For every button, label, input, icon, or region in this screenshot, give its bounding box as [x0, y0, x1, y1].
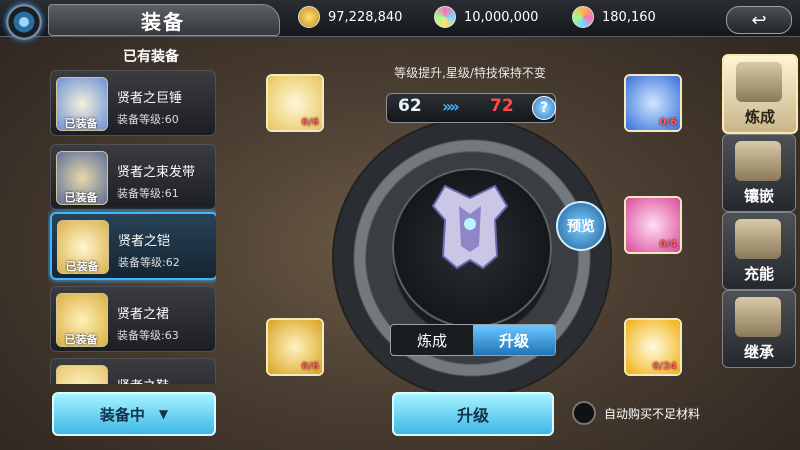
help-button[interactable]: ? — [532, 96, 556, 120]
equipment-level: 装备等级:62 — [118, 256, 180, 269]
side-tab-inherit[interactable]: 继承 — [722, 290, 796, 368]
armor-preview-icon — [431, 184, 509, 270]
equipment-level: 装备等级:60 — [117, 113, 179, 126]
equipping-filter-label: 装备中 — [99, 405, 145, 424]
material-slot-scroll[interactable]: 0/6 — [266, 74, 324, 132]
inlay-icon — [735, 141, 781, 181]
auto-buy-checkbox[interactable] — [572, 401, 596, 425]
preview-button[interactable]: 预览 — [556, 201, 606, 251]
equipped-badge: 已装备 — [64, 117, 98, 130]
currency-gem: 180,160 — [572, 6, 656, 28]
material-count: 0/6 — [301, 361, 319, 372]
equipped-badge: 已装备 — [65, 260, 99, 273]
equipped-badge: 已装备 — [64, 191, 98, 204]
material-slot-pink-crystal[interactable]: 0/4 — [624, 196, 682, 254]
rainbow-gem-icon — [572, 6, 594, 28]
inherit-icon — [735, 297, 781, 337]
equipment-item[interactable]: 已装备 贤者之裙 装备等级:63 — [50, 286, 216, 352]
side-tab-refine[interactable]: 炼成 — [722, 54, 798, 134]
currency-crystal: 10,000,000 — [434, 6, 538, 28]
equipment-name: 贤者之裙 — [117, 307, 170, 322]
equipment-item-selected[interactable]: 已装备 贤者之铠 装备等级:62 — [50, 212, 216, 280]
currency-gem-value: 180,160 — [602, 9, 656, 25]
equipped-badge: 已装备 — [64, 333, 98, 346]
equipment-level: 装备等级:63 — [117, 329, 179, 342]
side-tab-label: 充能 — [743, 265, 774, 283]
side-tab-label: 炼成 — [744, 108, 775, 126]
shoes-thumb-icon — [56, 365, 108, 384]
currency-gold-value: 97,228,840 — [328, 9, 403, 25]
side-tab-label: 继承 — [743, 343, 774, 361]
material-slot-golden-orb[interactable]: 0/24 — [624, 318, 682, 376]
back-button[interactable]: ↩ — [726, 6, 792, 34]
equipment-list[interactable]: 已装备 贤者之巨锤 装备等级:60 已装备 贤者之束发带 装备等级:61 已装备… — [48, 66, 216, 384]
return-arrow-icon: ↩ — [751, 9, 767, 31]
equipping-filter-button[interactable]: 装备中 ▼ — [52, 392, 216, 436]
crystal-icon — [434, 6, 456, 28]
hammer-icon — [736, 62, 782, 102]
equipment-item[interactable]: 已装备 贤者之束发带 装备等级:61 — [50, 144, 216, 210]
material-count: 0/6 — [659, 117, 677, 128]
equipment-name: 贤者之铠 — [118, 234, 171, 249]
level-arrows-icon: »» — [442, 97, 460, 116]
side-tab-charge[interactable]: 充能 — [722, 212, 796, 290]
material-slot-blue-crystal[interactable]: 0/6 — [624, 74, 682, 132]
material-count: 0/6 — [301, 117, 319, 128]
equipment-name: 贤者之巨锤 — [117, 91, 183, 106]
current-level: 62 — [398, 96, 422, 116]
material-slot-golden-statue[interactable]: 0/6 — [266, 318, 324, 376]
upgrade-button[interactable]: 升级 — [392, 392, 554, 436]
currency-crystal-value: 10,000,000 — [464, 9, 539, 25]
gold-coin-icon — [298, 6, 320, 28]
chevron-down-icon: ▼ — [158, 407, 169, 421]
material-count: 0/24 — [652, 361, 677, 372]
charge-icon — [735, 219, 781, 259]
equipment-name: 贤者之束发带 — [117, 165, 196, 180]
side-tab-inlay[interactable]: 镶嵌 — [722, 134, 796, 212]
page-title: 装备 — [141, 10, 185, 34]
tab-refine[interactable]: 炼成 — [391, 325, 473, 355]
equipment-name: 贤者之鞋 — [117, 375, 169, 384]
currency-gold: 97,228,840 — [298, 6, 402, 28]
target-level: 72 — [490, 96, 514, 116]
tab-upgrade[interactable]: 升级 — [473, 325, 555, 355]
upgrade-note: 等级提升,星级/特技保持不变 — [394, 66, 546, 80]
owned-equipment-header: 已有装备 — [123, 49, 179, 65]
equipment-item[interactable]: 贤者之鞋 — [50, 358, 216, 384]
equipment-item[interactable]: 已装备 贤者之巨锤 装备等级:60 — [50, 70, 216, 136]
auto-buy-toggle[interactable]: 自动购买不足材料 — [572, 401, 701, 425]
mode-tabs: 炼成 升级 — [390, 324, 556, 356]
auto-buy-label: 自动购买不足材料 — [604, 406, 701, 421]
equipment-level: 装备等级:61 — [117, 187, 179, 200]
material-count: 0/4 — [659, 239, 677, 250]
menu-ring-icon[interactable] — [6, 4, 42, 40]
side-tab-label: 镶嵌 — [743, 187, 774, 205]
